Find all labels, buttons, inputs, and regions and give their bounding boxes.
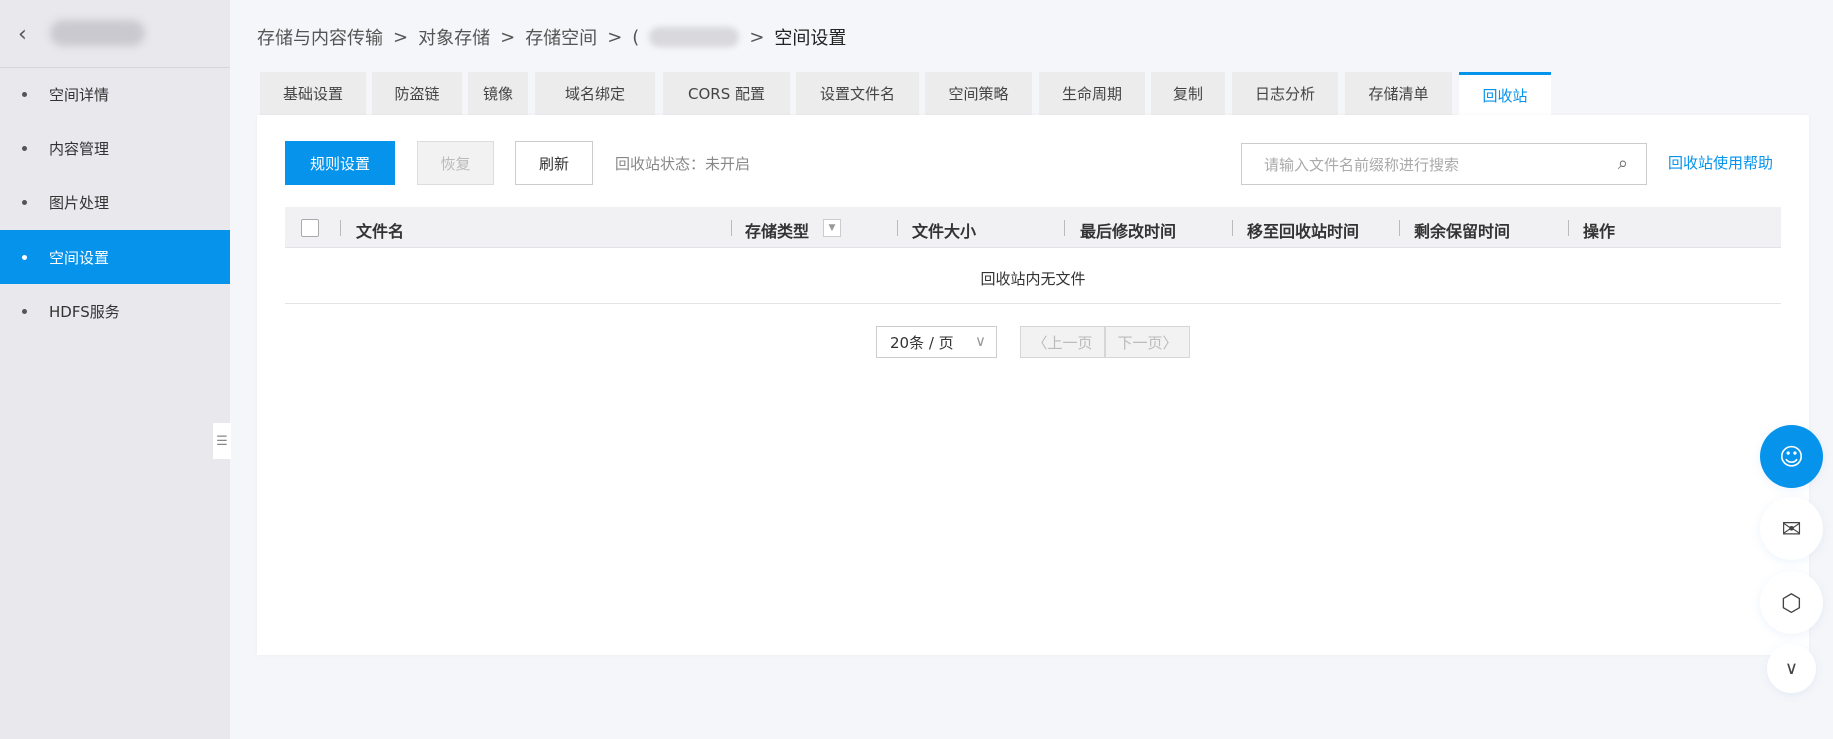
package-announcement-icon[interactable]: ⬡	[1760, 571, 1823, 634]
column-filename: 文件名	[356, 222, 405, 241]
tab-hotlink[interactable]: 防盗链	[372, 72, 462, 115]
breadcrumb-item[interactable]: 存储与内容传输	[257, 24, 383, 50]
refresh-button[interactable]: 刷新	[515, 141, 593, 185]
sidebar-item-label: HDFS服务	[49, 302, 120, 321]
column-actions: 操作	[1583, 222, 1616, 241]
breadcrumb-item[interactable]: (	[632, 27, 639, 48]
help-link[interactable]: 回收站使用帮助	[1668, 152, 1773, 173]
column-remaining-time: 剩余保留时间	[1414, 222, 1511, 241]
chevron-down-icon[interactable]: ∨	[1767, 644, 1816, 693]
sidebar-item-label: 空间详情	[49, 85, 110, 104]
recycle-status: 回收站状态：未开启	[615, 155, 751, 173]
content-panel	[257, 115, 1809, 655]
tab-recycle-bin[interactable]: 回收站	[1459, 72, 1551, 115]
search-icon[interactable]: ⌕	[1618, 153, 1628, 174]
column-file-size: 文件大小	[912, 222, 977, 241]
select-all-checkbox[interactable]	[301, 219, 319, 237]
column-separator	[1064, 220, 1065, 236]
tab-inventory[interactable]: 存储清单	[1345, 72, 1452, 115]
column-moved-time: 移至回收站时间	[1247, 222, 1360, 241]
column-separator	[1568, 220, 1569, 236]
tab-log-analysis[interactable]: 日志分析	[1232, 72, 1338, 115]
page-size-value: 20条 / 页	[890, 333, 954, 352]
sidebar-item-label: 图片处理	[49, 193, 110, 212]
breadcrumb-item[interactable]: 对象存储	[418, 24, 490, 50]
search-placeholder: 请输入文件名前缀称进行搜索	[1264, 155, 1460, 174]
rule-settings-button[interactable]: 规则设置	[285, 141, 395, 185]
table-header	[285, 207, 1781, 248]
tab-cors[interactable]: CORS 配置	[663, 72, 790, 115]
tab-policy[interactable]: 空间策略	[925, 72, 1032, 115]
search-input[interactable]: 请输入文件名前缀称进行搜索 ⌕	[1241, 143, 1647, 185]
sidebar-item-space-details[interactable]: 空间详情	[0, 67, 230, 121]
column-last-modified: 最后修改时间	[1080, 222, 1177, 241]
empty-message: 回收站内无文件	[980, 270, 1086, 288]
column-storage-type: 存储类型	[745, 222, 810, 241]
breadcrumb-separator: >	[607, 26, 623, 48]
sidebar-item-label: 内容管理	[49, 139, 110, 158]
sidebar-item-space-settings[interactable]: 空间设置	[0, 230, 230, 284]
divider	[285, 303, 1781, 304]
page-size-select[interactable]: 20条 / 页 ∨	[876, 326, 997, 358]
column-separator	[897, 220, 898, 236]
collapse-sidebar-icon[interactable]: ☰	[213, 423, 231, 459]
breadcrumb-separator: >	[393, 26, 409, 48]
sidebar: ‹ 空间详情 内容管理 图片处理 空间设置 HDFS服务	[0, 0, 230, 739]
chevron-left-icon[interactable]: ‹	[18, 22, 27, 47]
sidebar-item-label: 空间设置	[49, 248, 110, 267]
restore-button[interactable]: 恢复	[417, 141, 494, 185]
breadcrumb-separator: >	[749, 26, 765, 48]
bucket-name-redacted	[50, 20, 145, 46]
next-page-button[interactable]: 下一页〉	[1105, 326, 1190, 358]
tab-replication[interactable]: 复制	[1151, 72, 1225, 115]
breadcrumb-current: 空间设置	[774, 28, 847, 49]
sidebar-item-image-processing[interactable]: 图片处理	[0, 175, 230, 229]
sidebar-item-content-management[interactable]: 内容管理	[0, 121, 230, 175]
breadcrumb: 存储与内容传输 > 对象存储 > 存储空间 > ( > 空间设置	[257, 24, 846, 50]
prev-page-button[interactable]: 〈上一页	[1020, 326, 1105, 358]
tab-domain[interactable]: 域名绑定	[535, 72, 655, 115]
filter-dropdown-icon[interactable]: ▼	[823, 219, 841, 237]
assistant-icon[interactable]: ☺	[1760, 425, 1823, 488]
tab-basic[interactable]: 基础设置	[260, 72, 366, 115]
breadcrumb-item[interactable]: 存储空间	[525, 24, 597, 50]
column-separator	[1399, 220, 1400, 236]
sidebar-item-hdfs[interactable]: HDFS服务	[0, 284, 230, 338]
tab-mirror[interactable]: 镜像	[468, 72, 528, 115]
column-separator	[1232, 220, 1233, 236]
column-separator	[340, 220, 341, 236]
column-separator	[731, 220, 732, 236]
tab-lifecycle[interactable]: 生命周期	[1039, 72, 1145, 115]
breadcrumb-separator: >	[500, 26, 516, 48]
tab-filename[interactable]: 设置文件名	[796, 72, 919, 115]
bucket-name-redacted	[649, 27, 740, 47]
inbox-icon[interactable]: ✉	[1760, 497, 1823, 560]
chevron-down-icon: ∨	[975, 332, 986, 350]
